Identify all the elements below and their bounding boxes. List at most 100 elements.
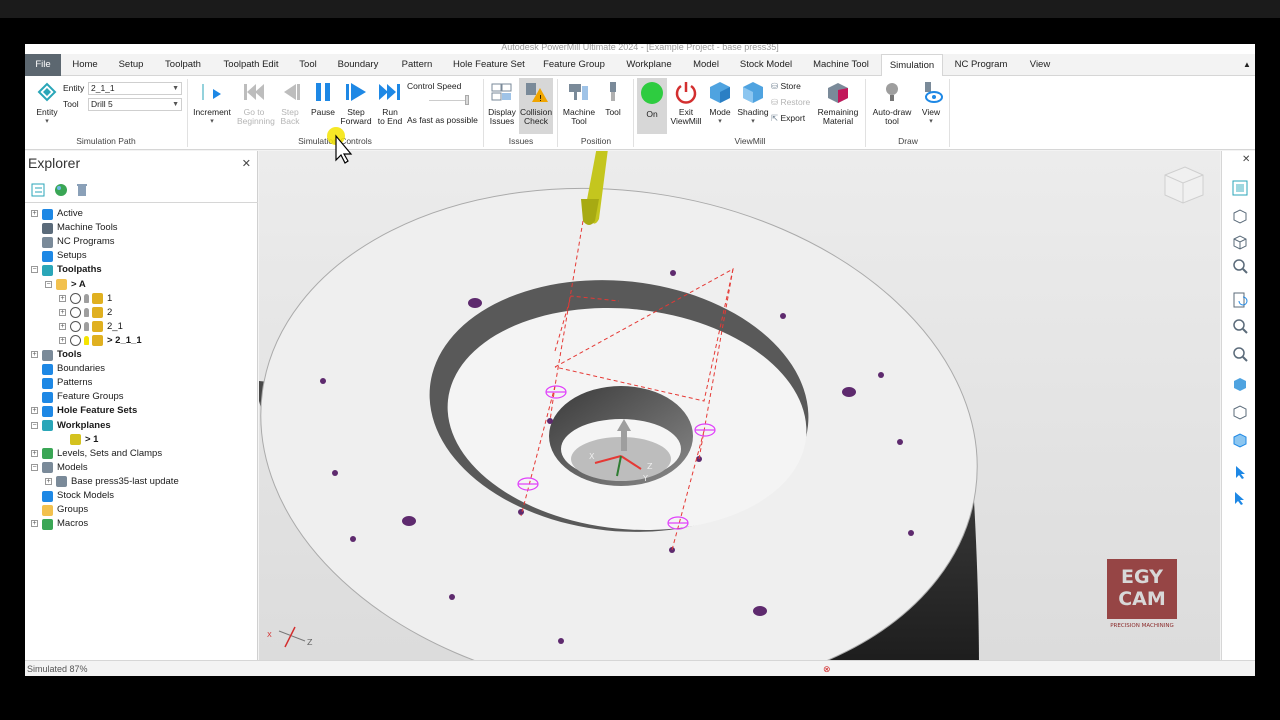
speed-slider-track[interactable] xyxy=(429,100,469,101)
tree-expander-icon[interactable]: + xyxy=(31,351,38,358)
auto-draw-tool-button[interactable]: Auto-draw tool xyxy=(869,80,915,126)
fit-view-icon[interactable] xyxy=(1231,179,1249,197)
tree-item-workplane-1[interactable]: > 1 xyxy=(85,433,98,447)
tab-boundary[interactable]: Boundary xyxy=(335,54,381,76)
tab-toolpath-edit[interactable]: Toolpath Edit xyxy=(219,54,283,76)
close-icon[interactable]: ✕ xyxy=(1242,154,1250,165)
tree-item-workplanes[interactable]: Workplanes xyxy=(57,419,111,433)
lightbulb-icon[interactable] xyxy=(84,321,89,331)
tree-view-icon[interactable] xyxy=(31,183,45,197)
tree-item-patterns[interactable]: Patterns xyxy=(57,376,92,390)
display-issues-button[interactable]: Display Issues xyxy=(487,80,517,126)
tree-item-levels[interactable]: Levels, Sets and Clamps xyxy=(57,447,162,461)
tab-feature-group[interactable]: Feature Group xyxy=(543,54,605,76)
view-cube[interactable] xyxy=(1164,166,1204,204)
tree-expander-icon[interactable]: + xyxy=(31,520,38,528)
zoom-icon[interactable] xyxy=(1231,257,1249,275)
tree-expander-icon[interactable]: + xyxy=(59,308,66,316)
machine-tool-position-button[interactable]: Machine Tool xyxy=(561,80,597,126)
tree-expander-icon[interactable]: + xyxy=(31,449,38,457)
tab-model[interactable]: Model xyxy=(690,54,722,76)
tree-expander-icon[interactable]: + xyxy=(31,210,38,217)
close-icon[interactable]: ✕ xyxy=(242,157,251,170)
refresh-view-icon[interactable] xyxy=(1231,291,1249,309)
tab-file[interactable]: File xyxy=(25,54,61,76)
tree-item-boundaries[interactable]: Boundaries xyxy=(57,362,105,376)
increment-button[interactable]: Increment ▾ xyxy=(191,80,233,126)
restore-button[interactable]: ⛁ Restore xyxy=(771,98,810,107)
tree-item-stock-models[interactable]: Stock Models xyxy=(57,489,114,503)
tab-nc-program[interactable]: NC Program xyxy=(953,54,1009,76)
step-back-button[interactable]: Step Back xyxy=(277,80,303,126)
view-cube-face[interactable] xyxy=(1164,166,1204,204)
error-indicator-icon[interactable]: ⊗ xyxy=(823,661,831,676)
tree-item-toolpath-2-1[interactable]: 2_1 xyxy=(107,320,123,334)
tab-tool[interactable]: Tool xyxy=(295,54,321,76)
tree-expander-icon[interactable]: − xyxy=(31,463,38,471)
tree-expander-icon[interactable]: + xyxy=(59,336,66,344)
wireframe-view-icon[interactable] xyxy=(1231,403,1249,421)
mode-button[interactable]: Mode ▾ xyxy=(705,80,735,126)
tree-expander-icon[interactable]: − xyxy=(45,280,52,288)
tree-item-groups[interactable]: Groups xyxy=(57,503,88,517)
lightbulb-icon[interactable] xyxy=(84,293,89,303)
tree-item-toolpath-2[interactable]: 2 xyxy=(107,306,112,320)
tree-item-toolpaths[interactable]: Toolpaths xyxy=(57,263,102,277)
tree-item-machine-tools[interactable]: Machine Tools xyxy=(57,221,118,235)
collapse-ribbon-icon[interactable]: ▲ xyxy=(1241,54,1253,76)
tree-item-active[interactable]: Active xyxy=(57,207,83,221)
tree-item-setups[interactable]: Setups xyxy=(57,249,87,263)
tree-item-nc-programs[interactable]: NC Programs xyxy=(57,235,115,249)
collision-check-button[interactable]: ! Collision Check xyxy=(519,78,553,134)
shading-button[interactable]: Shading ▾ xyxy=(737,80,769,126)
select-cursor-icon[interactable] xyxy=(1231,463,1249,481)
tab-stock-model[interactable]: Stock Model xyxy=(738,54,794,76)
speed-slider-thumb[interactable] xyxy=(465,95,469,105)
view-draw-button[interactable]: View ▾ xyxy=(919,80,943,126)
zoom-out-icon[interactable] xyxy=(1231,345,1249,363)
tree-expander-icon[interactable]: + xyxy=(31,407,38,415)
export-button[interactable]: ⇱ Export xyxy=(771,114,805,123)
graphics-viewport[interactable]: X Y Z X Z EGY CAM PRECISION MACHINING xyxy=(259,151,1220,660)
tab-simulation[interactable]: Simulation xyxy=(881,54,943,77)
tab-view[interactable]: View xyxy=(1027,54,1053,76)
tab-machine-tool[interactable]: Machine Tool xyxy=(812,54,870,76)
globe-icon[interactable] xyxy=(55,184,67,196)
run-to-end-button[interactable]: Run to End xyxy=(375,80,405,126)
tree-item-toolpath-2-1-1[interactable]: > 2_1_1 xyxy=(107,334,142,348)
tree-item-base-press35[interactable]: Base press35-last update xyxy=(71,475,179,489)
shaded-view-icon[interactable] xyxy=(1231,375,1249,393)
delete-icon[interactable] xyxy=(77,184,87,196)
tree-item-folder-a[interactable]: > A xyxy=(71,278,86,292)
tab-pattern[interactable]: Pattern xyxy=(397,54,437,76)
tree-expander-icon[interactable]: + xyxy=(59,294,66,302)
shaded-wire-view-icon[interactable] xyxy=(1231,431,1249,449)
tree-expander-icon[interactable]: − xyxy=(31,421,38,429)
select-undo-icon[interactable] xyxy=(1231,489,1249,507)
view-cube-small-icon[interactable] xyxy=(1231,233,1249,251)
go-to-beginning-button[interactable]: Go to Beginning xyxy=(237,80,275,126)
tool-select[interactable]: Drill 5 ▼ xyxy=(88,98,182,111)
tab-workplane[interactable]: Workplane xyxy=(625,54,673,76)
exit-viewmill-button[interactable]: Exit ViewMill xyxy=(669,80,703,126)
viewmill-on-button[interactable]: On xyxy=(637,78,667,134)
tab-setup[interactable]: Setup xyxy=(113,54,149,76)
store-button[interactable]: ⛁ Store xyxy=(771,82,801,91)
remaining-material-button[interactable]: Remaining Material xyxy=(815,80,861,126)
tree-expander-icon[interactable]: + xyxy=(59,322,66,330)
tree-item-feature-groups[interactable]: Feature Groups xyxy=(57,390,124,404)
zoom-box-icon[interactable] xyxy=(1231,317,1249,335)
pause-button[interactable]: Pause xyxy=(309,80,337,117)
tab-home[interactable]: Home xyxy=(67,54,103,76)
tree-item-toolpath-1[interactable]: 1 xyxy=(107,292,112,306)
tree-item-hole-feature-sets[interactable]: Hole Feature Sets xyxy=(57,404,137,418)
tree-item-macros[interactable]: Macros xyxy=(57,517,88,531)
step-forward-button[interactable]: Step Forward xyxy=(339,80,373,126)
entity-button[interactable]: Entity ▾ xyxy=(31,80,63,126)
tab-hole-feature-set[interactable]: Hole Feature Set xyxy=(453,54,525,76)
tree-item-tools[interactable]: Tools xyxy=(57,348,82,362)
tab-toolpath[interactable]: Toolpath xyxy=(161,54,205,76)
lightbulb-icon[interactable] xyxy=(84,307,89,317)
lightbulb-icon[interactable] xyxy=(84,335,89,345)
entity-select[interactable]: 2_1_1 ▼ xyxy=(88,82,182,95)
